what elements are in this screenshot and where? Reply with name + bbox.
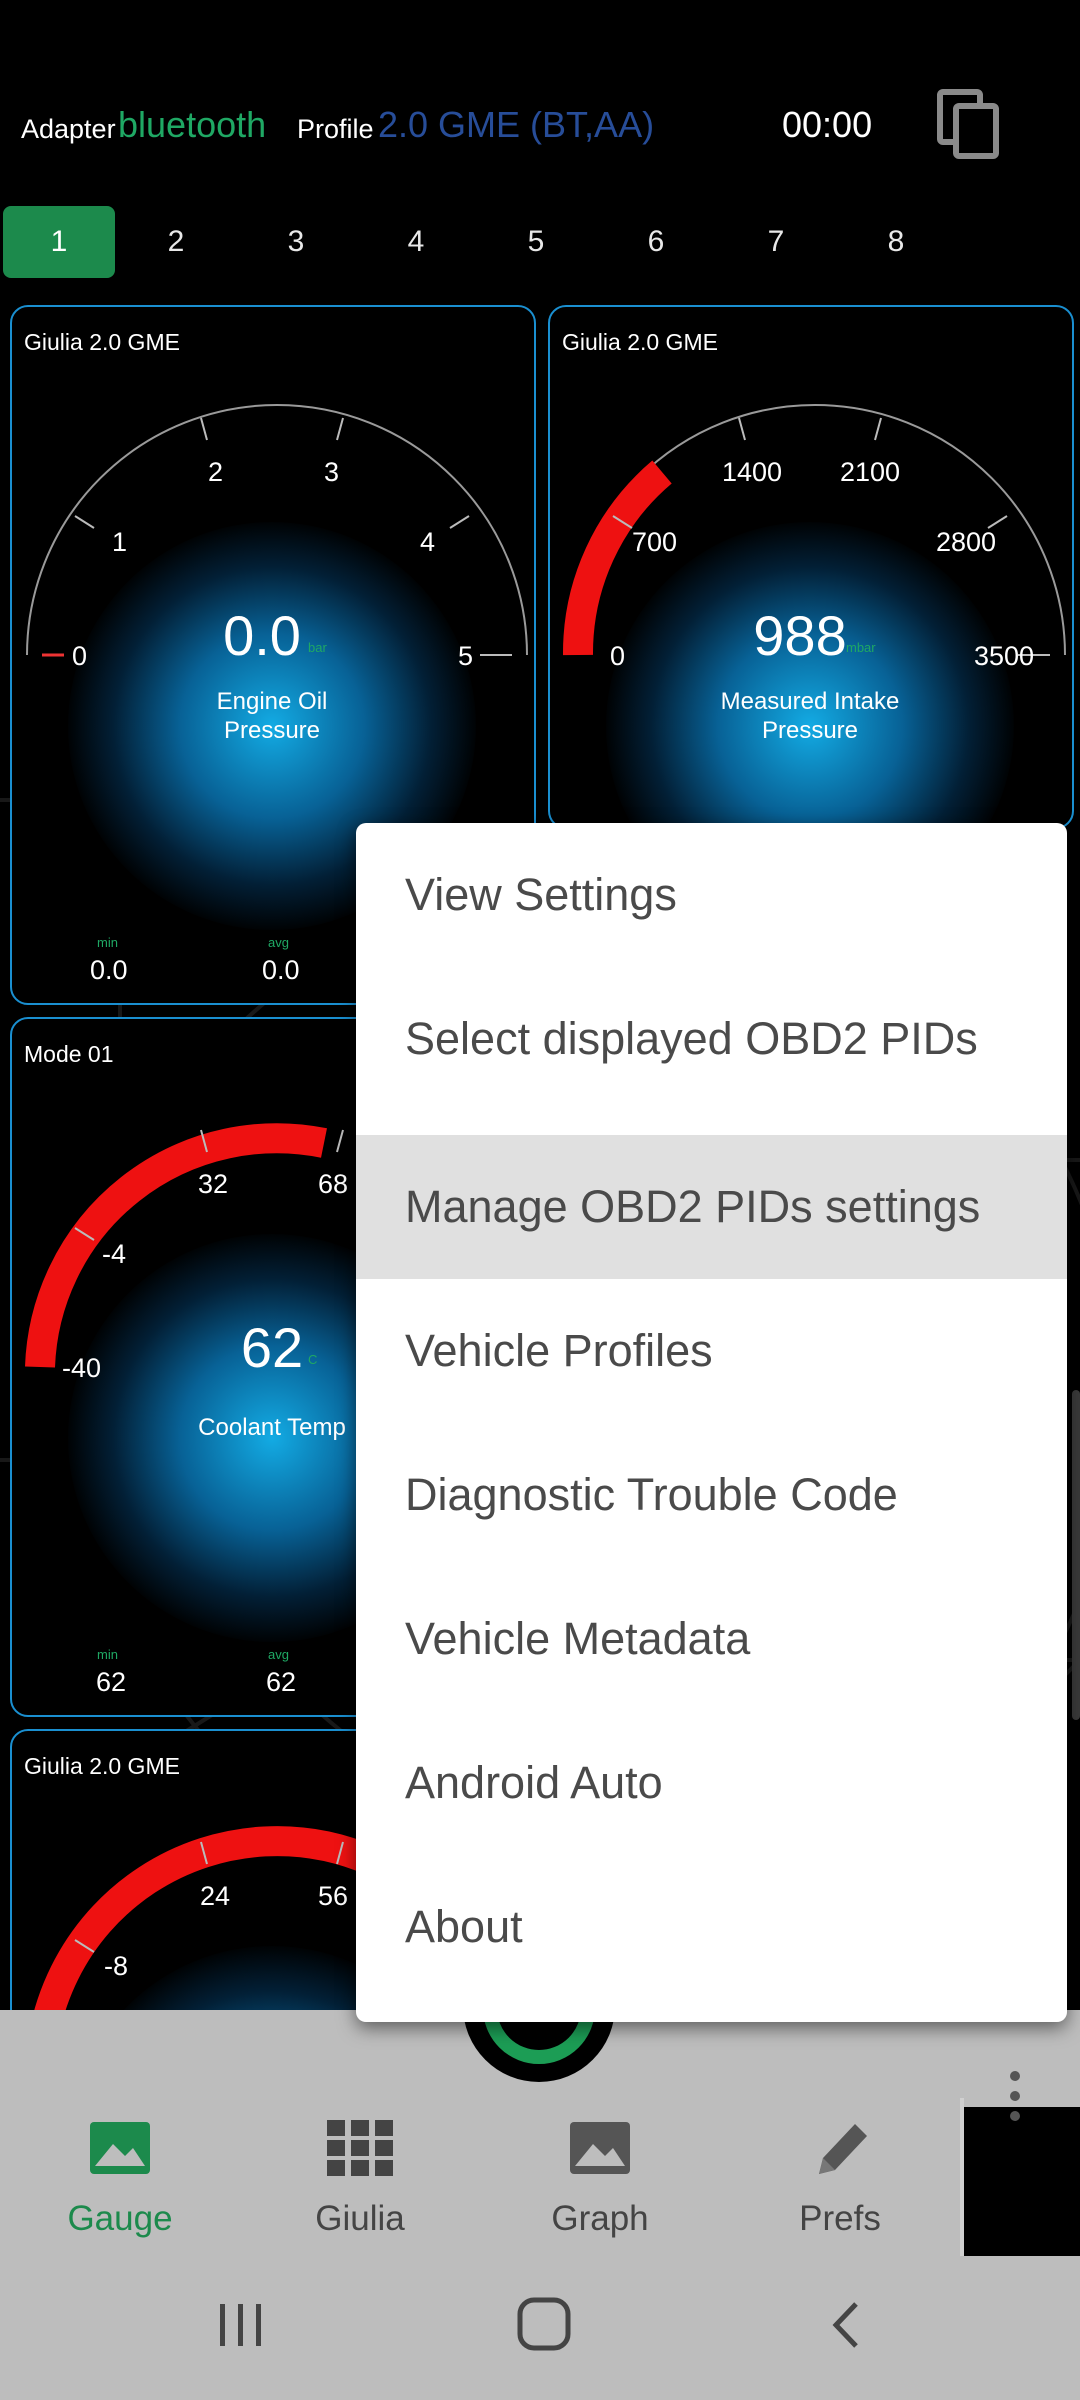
tick-label: 24 (200, 1881, 231, 1911)
tick-label: 2100 (840, 457, 901, 487)
tick-label: 5 (458, 641, 474, 671)
tick-label: 0 (610, 641, 626, 671)
tab-6[interactable]: 6 (600, 206, 712, 278)
tick-label: -4 (102, 1239, 127, 1269)
gauge-value: 62 (240, 1316, 304, 1379)
tick-label: 700 (632, 527, 678, 557)
nav-label: Giulia (315, 2199, 405, 2238)
gauge-unit: bar (308, 640, 327, 655)
menu-item-manage-pids[interactable]: Manage OBD2 PIDs settings (356, 1135, 1067, 1279)
tab-5[interactable]: 5 (480, 206, 592, 278)
tick-label: -8 (104, 1951, 129, 1981)
gauge-dial (562, 404, 1066, 656)
tick-label: 0 (72, 641, 88, 671)
tick-label: 4 (420, 527, 436, 557)
tick-label: 3500 (974, 641, 1035, 671)
nav-label: Graph (551, 2199, 649, 2238)
menu-item-select-pids[interactable]: Select displayed OBD2 PIDs (356, 967, 1067, 1111)
gauge-unit: C (308, 1352, 318, 1367)
overflow-popup-menu: View Settings Select displayed OBD2 PIDs… (356, 823, 1067, 2022)
back-icon[interactable] (826, 2300, 866, 2350)
home-icon[interactable] (516, 2296, 572, 2352)
min-value: 0.0 (90, 955, 128, 985)
session-timer: 00:00 (782, 104, 873, 145)
copy-icon[interactable] (936, 88, 1000, 160)
nav-label: Prefs (799, 2199, 881, 2238)
image-icon (90, 2122, 150, 2174)
nav-giulia[interactable]: Giulia (260, 2118, 460, 2239)
nav-graph[interactable]: Graph (500, 2118, 700, 2239)
system-navigation-bar (0, 2256, 1080, 2400)
tab-2[interactable]: 2 (120, 206, 232, 278)
tab-1[interactable]: 1 (3, 206, 115, 278)
menu-item-android-auto[interactable]: Android Auto (356, 1711, 1067, 1855)
grid-icon (327, 2120, 393, 2176)
menu-item-vehicle-profiles[interactable]: Vehicle Profiles (356, 1279, 1067, 1423)
tick-label: 68 (318, 1169, 349, 1199)
menu-item-about[interactable]: About (356, 1855, 1067, 1999)
gauge-name: Measured Intake Pressure (720, 688, 900, 744)
tab-3[interactable]: 3 (240, 206, 352, 278)
pencil-icon (819, 2124, 867, 2174)
menu-item-view-settings[interactable]: View Settings (356, 823, 1067, 967)
tick-label: 2800 (936, 527, 997, 557)
tick-label: 1 (112, 527, 128, 557)
nav-prefs[interactable]: Prefs (740, 2118, 940, 2239)
min-value: 62 (96, 1667, 127, 1697)
tick-label: 32 (198, 1169, 229, 1199)
nav-gauge[interactable]: Gauge (20, 2118, 220, 2239)
tick-label: 2 (208, 457, 224, 487)
profile-value[interactable]: 2.0 GME (BT,AA) (378, 104, 654, 146)
status-header: Adapter bluetooth Profile 2.0 GME (BT,AA… (0, 0, 1080, 200)
gauge-unit: mbar (846, 640, 876, 655)
avg-label: avg (268, 1647, 289, 1662)
tab-7[interactable]: 7 (720, 206, 832, 278)
menu-item-dtc[interactable]: Diagnostic Trouble Code (356, 1423, 1067, 1567)
gauge-value: 988 (753, 604, 847, 667)
overflow-menu-icon[interactable] (1007, 2070, 1023, 2122)
profile-label: Profile (297, 114, 374, 144)
avg-value: 62 (266, 1667, 297, 1697)
gauge-name: Engine Oil Pressure (216, 688, 328, 744)
recent-apps-icon[interactable] (216, 2300, 266, 2350)
menu-item-vehicle-metadata[interactable]: Vehicle Metadata (356, 1567, 1067, 1711)
tick-label: 3 (324, 457, 340, 487)
min-label: min (97, 1647, 118, 1662)
nav-label: Gauge (67, 2199, 173, 2238)
bottom-navigation: Gauge Giulia Graph Prefs (0, 2098, 964, 2256)
avg-label: avg (268, 935, 289, 950)
page-tabs: 1 2 3 4 5 6 7 8 (0, 206, 1080, 280)
adapter-label: Adapter (21, 114, 116, 144)
gauge-value: 0.0 (223, 604, 301, 667)
image-icon (570, 2122, 630, 2174)
tab-8[interactable]: 8 (840, 206, 952, 278)
adapter-value: bluetooth (118, 104, 267, 145)
tick-label: -40 (62, 1353, 102, 1383)
avg-value: 0.0 (262, 955, 300, 985)
tab-4[interactable]: 4 (360, 206, 472, 278)
gauge-card-intake-pressure[interactable]: Giulia 2.0 GME 0 700 1400 2100 2800 3500… (548, 305, 1074, 829)
min-label: min (97, 935, 118, 950)
tick-label: 56 (318, 1881, 349, 1911)
tick-label: 1400 (722, 457, 783, 487)
scrollbar[interactable] (1072, 1390, 1080, 1720)
